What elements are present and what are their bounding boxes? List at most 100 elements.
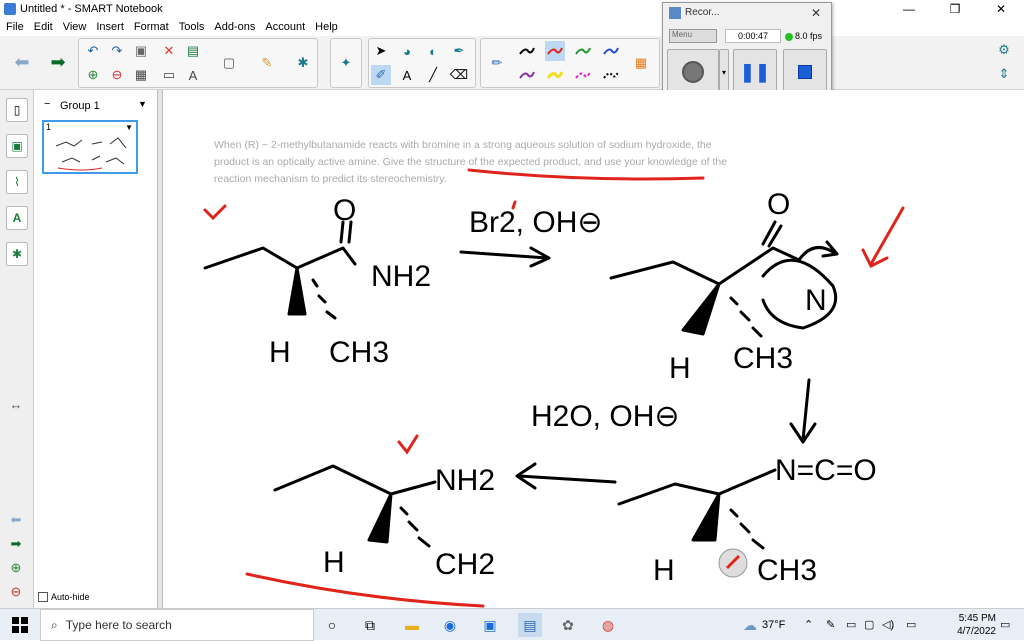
delete-icon[interactable]: ✕ bbox=[159, 41, 179, 61]
previous-page-button[interactable]: ⬅ bbox=[12, 52, 32, 72]
pen-style-yellow[interactable] bbox=[545, 65, 565, 85]
recorder-close-button[interactable]: ✕ bbox=[811, 6, 821, 20]
settings-gear-icon[interactable]: ⚙ bbox=[994, 40, 1014, 60]
screen-shade-icon[interactable]: ▭ bbox=[159, 65, 179, 85]
next-page-button[interactable]: ➡ bbox=[48, 52, 68, 72]
menu-tools[interactable]: Tools bbox=[179, 21, 205, 33]
table-icon[interactable]: ▤ bbox=[183, 41, 203, 61]
pen-style-green[interactable] bbox=[573, 41, 593, 61]
menu-help[interactable]: Help bbox=[315, 21, 338, 33]
menu-insert[interactable]: Insert bbox=[96, 21, 124, 33]
page-menu-icon[interactable]: ▼ bbox=[125, 123, 133, 132]
edge-icon[interactable]: ◉ bbox=[438, 613, 462, 637]
toolbar-position-icon[interactable]: ⇕ bbox=[994, 64, 1014, 84]
tray-overflow-icon[interactable]: ⌃ bbox=[804, 609, 813, 641]
start-button[interactable] bbox=[0, 609, 40, 641]
eraser-icon[interactable]: ⌫ bbox=[449, 65, 469, 85]
add-page-icon[interactable]: ⊕ bbox=[83, 65, 103, 85]
save-icon[interactable]: ▦ bbox=[131, 65, 151, 85]
task-view-icon[interactable]: ⧉ bbox=[358, 613, 382, 637]
record-options-dropdown[interactable]: ▾ bbox=[719, 49, 729, 95]
color-palette-icon[interactable]: ▦ bbox=[631, 53, 651, 73]
line-tool-icon[interactable]: ╱ bbox=[423, 65, 443, 85]
sidebar-add-page-icon[interactable]: ⊕ bbox=[6, 558, 26, 578]
page-thumbnail[interactable]: 1 ▼ bbox=[42, 120, 138, 174]
tab-add-ons[interactable]: ✱ bbox=[6, 242, 28, 266]
ch3-label-1: CH3 bbox=[329, 336, 389, 369]
menu-account[interactable]: Account bbox=[265, 21, 305, 33]
text-format-icon[interactable]: A bbox=[183, 65, 203, 85]
recorder-menu-select[interactable]: Menu bbox=[669, 29, 717, 43]
nh2-label-1: NH2 bbox=[371, 260, 431, 293]
cortana-icon[interactable]: ○ bbox=[320, 613, 344, 637]
menu-format[interactable]: Format bbox=[134, 21, 169, 33]
sidebar-next-icon[interactable]: ➡ bbox=[6, 534, 26, 554]
pen-style-red[interactable] bbox=[545, 41, 565, 61]
display-tray-icon[interactable]: ▢ bbox=[864, 609, 874, 641]
menu-file[interactable]: File bbox=[6, 21, 24, 33]
sidebar-prev-icon[interactable]: ⬅ bbox=[6, 510, 26, 530]
add-ons-icon[interactable]: ✱ bbox=[293, 53, 313, 73]
o-label-2: O bbox=[767, 188, 790, 221]
clock-date: 4/7/2022 bbox=[957, 626, 996, 637]
sidebar-delete-page-icon[interactable]: ⊖ bbox=[6, 582, 26, 602]
document-camera-icon[interactable]: ▢ bbox=[219, 53, 239, 73]
recorder-taskbar-icon[interactable]: ✿ bbox=[556, 613, 580, 637]
group-dropdown-icon[interactable]: ▼ bbox=[138, 99, 147, 109]
taskbar-clock[interactable]: 5:45 PM 4/7/2022 bbox=[957, 612, 996, 638]
pen-style-purple[interactable] bbox=[517, 65, 537, 85]
taskbar-search[interactable]: ⌕ Type here to search bbox=[40, 609, 314, 641]
pen-icon[interactable]: ✏ bbox=[487, 53, 507, 73]
menu-view[interactable]: View bbox=[63, 21, 87, 33]
store-icon[interactable]: ▣ bbox=[478, 613, 502, 637]
auto-hide-checkbox[interactable] bbox=[38, 592, 48, 602]
smart-notebook-taskbar-icon[interactable]: ▤ bbox=[518, 613, 542, 637]
shapes-icon[interactable]: ◕ bbox=[397, 41, 417, 61]
menu-edit[interactable]: Edit bbox=[34, 21, 53, 33]
tab-gallery[interactable]: ▣ bbox=[6, 134, 28, 158]
network-tray-icon[interactable]: ▭ bbox=[846, 609, 856, 641]
pen-style-magenta[interactable] bbox=[573, 65, 593, 85]
minimize-button[interactable]: — bbox=[886, 0, 932, 18]
select-arrow-icon[interactable]: ➤ bbox=[371, 41, 391, 61]
notifications-icon[interactable]: ▭ bbox=[1000, 609, 1010, 641]
widget-icon[interactable]: ✦ bbox=[336, 53, 356, 73]
pen-style-blue[interactable] bbox=[601, 41, 621, 61]
recording-status-dot bbox=[785, 32, 793, 41]
auto-hide-toggle[interactable]: Auto-hide bbox=[38, 592, 90, 602]
pen-style-black[interactable] bbox=[517, 41, 537, 61]
weather-temperature[interactable]: 37°F bbox=[762, 609, 785, 641]
whiteboard-canvas[interactable]: When (R) − 2-methylbutanamide reacts wit… bbox=[162, 90, 1024, 608]
paste-icon[interactable]: ▣ bbox=[131, 41, 151, 61]
recorder-window: Recor... ✕ Menu 0:00:47 8.0 fps ▾ ❚❚ bbox=[662, 2, 832, 100]
pen-tools-icon[interactable]: ✐ bbox=[371, 65, 391, 85]
battery-tray-icon[interactable]: ▭ bbox=[906, 609, 916, 641]
delete-page-icon[interactable]: ⊖ bbox=[107, 65, 127, 85]
record-button[interactable] bbox=[667, 49, 719, 95]
tab-properties[interactable]: A bbox=[6, 206, 28, 230]
undo-icon[interactable]: ↶ bbox=[83, 41, 103, 61]
tab-attachments[interactable]: ⌇ bbox=[6, 170, 28, 194]
sidebar-move-icon[interactable]: ↔ bbox=[6, 394, 26, 414]
magic-pen-icon[interactable]: ✒ bbox=[449, 41, 469, 61]
tab-page-sorter[interactable]: ▯ bbox=[6, 98, 28, 122]
collapse-group-icon[interactable]: − bbox=[44, 98, 50, 110]
underline-annotation bbox=[467, 168, 705, 181]
pen-tray-icon[interactable]: ✎ bbox=[826, 609, 835, 641]
lesson-activity-icon[interactable]: ✎ bbox=[257, 53, 277, 73]
volume-tray-icon[interactable]: ◁) bbox=[882, 609, 894, 641]
maximize-button[interactable]: ❐ bbox=[932, 0, 978, 18]
close-button[interactable]: ✕ bbox=[978, 0, 1024, 18]
menu-add-ons[interactable]: Add-ons bbox=[214, 21, 255, 33]
chrome-icon[interactable]: ◍ bbox=[596, 613, 620, 637]
fill-icon[interactable]: ◐ bbox=[423, 41, 443, 61]
pen-style-dashed[interactable] bbox=[601, 65, 621, 85]
file-explorer-icon[interactable]: ▬ bbox=[400, 613, 424, 637]
stop-button[interactable] bbox=[783, 49, 827, 95]
amide-skeleton bbox=[203, 246, 357, 270]
text-tool-icon[interactable]: A bbox=[397, 65, 417, 85]
record-icon bbox=[682, 61, 704, 83]
pause-button[interactable]: ❚❚ bbox=[733, 49, 777, 95]
auto-hide-label: Auto-hide bbox=[51, 592, 90, 602]
redo-icon[interactable]: ↷ bbox=[107, 41, 127, 61]
